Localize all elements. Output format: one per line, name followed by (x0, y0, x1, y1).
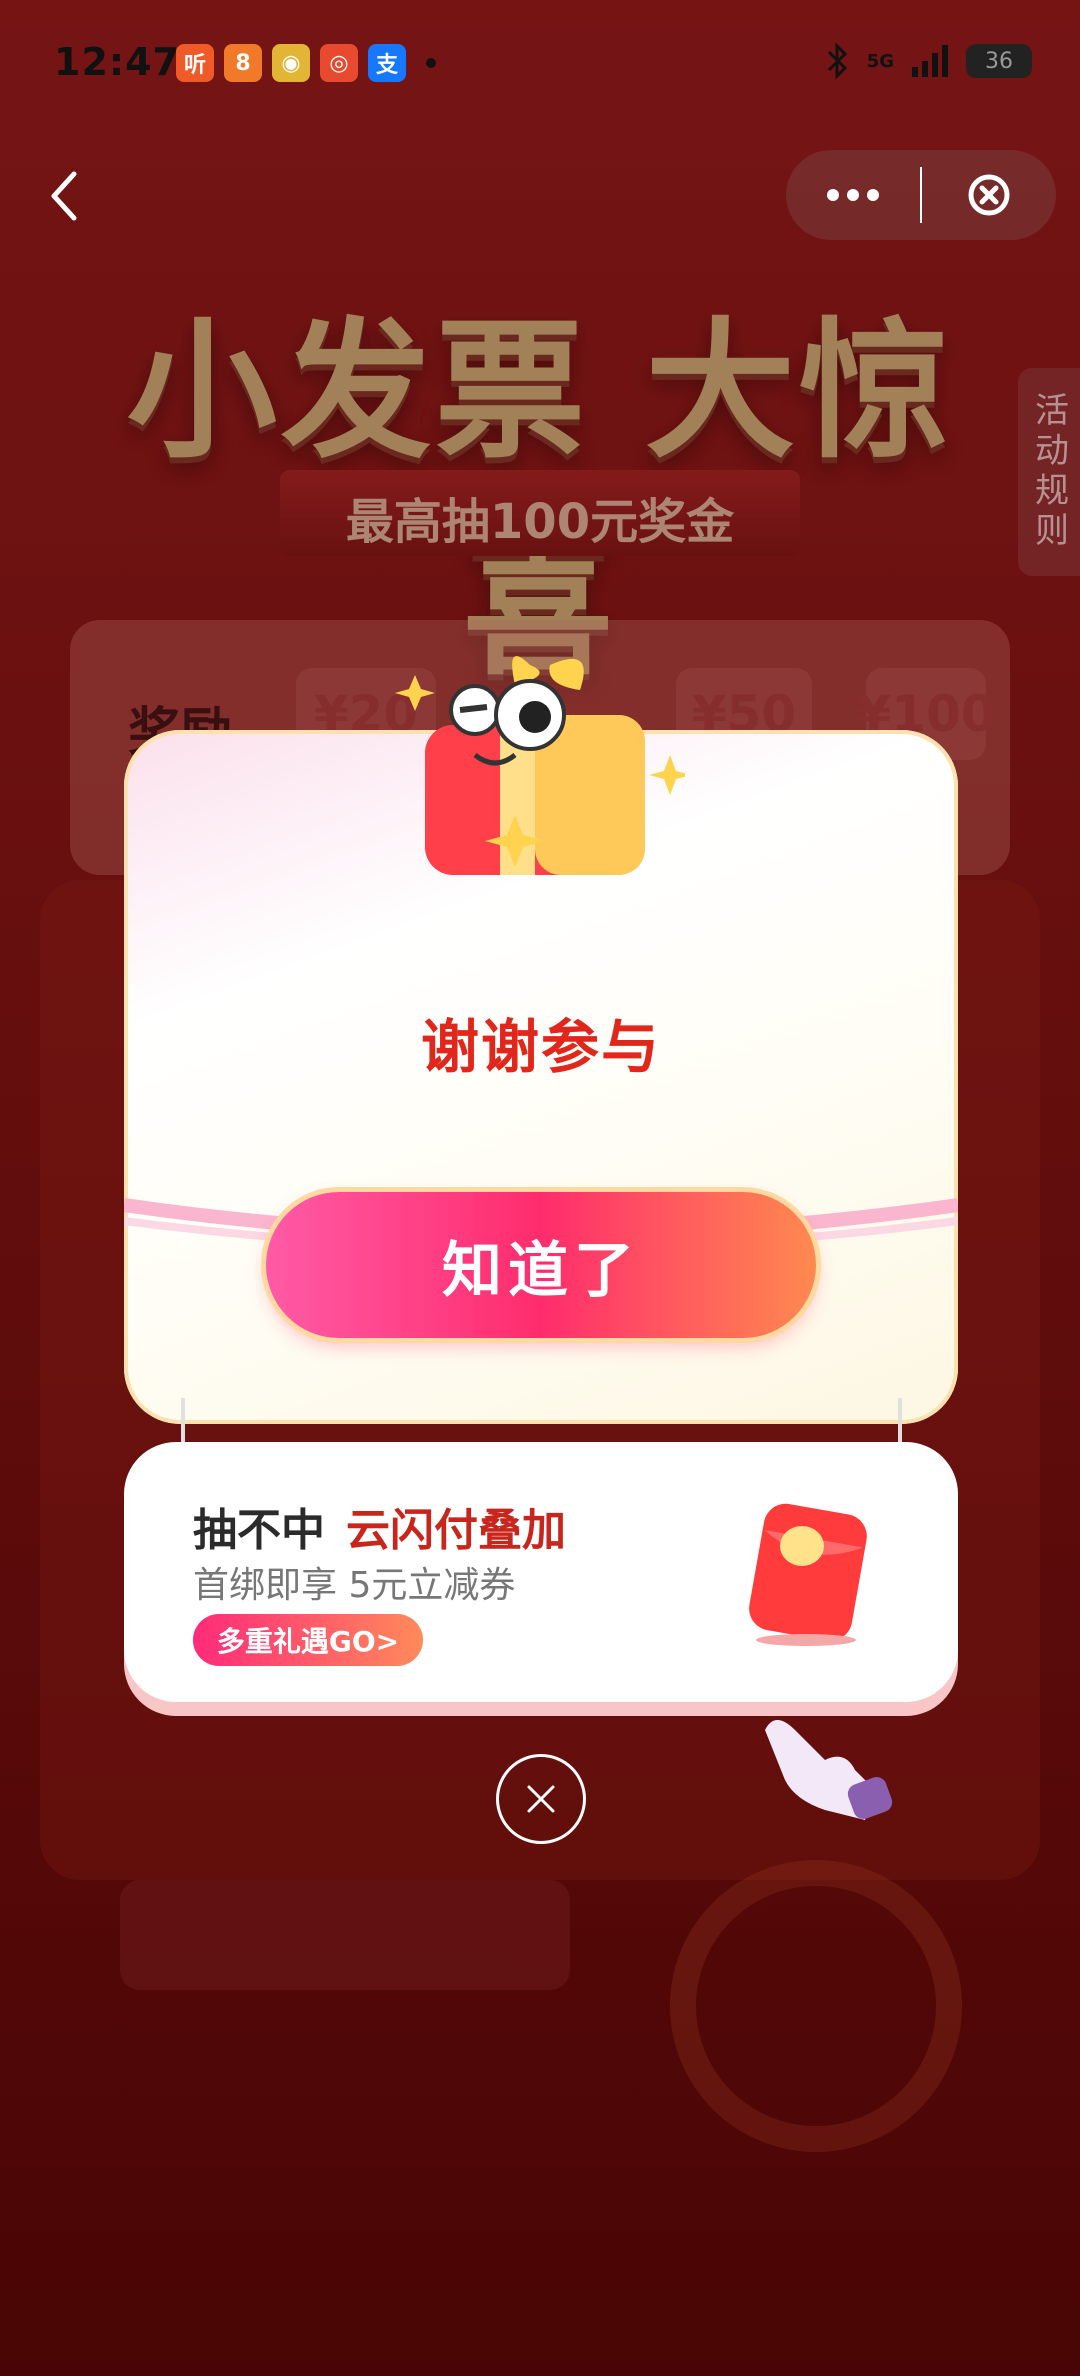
bluetooth-icon (827, 42, 847, 80)
close-icon (527, 1785, 555, 1813)
more-notifications-dot (426, 58, 436, 68)
gift-mascot-icon (395, 656, 685, 875)
chevron-left-icon (51, 171, 77, 221)
ting-app-icon: 听 (176, 44, 214, 82)
back-button[interactable] (40, 160, 90, 230)
promo-title-highlight: 云闪付叠加 (346, 1505, 566, 1556)
promo-title-prefix: 抽不中 (193, 1505, 325, 1556)
promo-subtitle: 首绑即享 5元立减券 (193, 1565, 516, 1606)
close-circle-icon (968, 174, 1010, 216)
promo-cta-button[interactable]: 多重礼遇GO> (193, 1614, 423, 1666)
result-text: 谢谢参与 (420, 1013, 661, 1081)
battery-level: 36 (985, 48, 1013, 74)
more-dots-icon (826, 189, 879, 201)
battery-icon: 36 (966, 44, 1032, 78)
red-app-icon: ◎ (320, 44, 358, 82)
notification-icons: 听 8 ◉ ◎ 支 (176, 44, 436, 82)
status-time: 12:47 (54, 40, 180, 84)
confirm-button[interactable]: 知道了 (266, 1192, 816, 1338)
exit-miniapp-button[interactable] (922, 150, 1056, 240)
alipay-app-icon: 支 (368, 44, 406, 82)
more-button[interactable] (786, 150, 920, 240)
pointing-glove-icon (765, 1720, 893, 1820)
signal-label: 5G (866, 50, 894, 72)
puzzle-app-icon: 8 (224, 44, 262, 82)
close-modal-button[interactable] (496, 1754, 586, 1844)
system-icons: 5G 36 (823, 42, 1032, 80)
status-bar: 12:47 听 8 ◉ ◎ 支 5G 36 (0, 0, 1080, 130)
red-envelope-icon (749, 1503, 867, 1646)
miniapp-capsule (786, 150, 1056, 240)
signal-icon (912, 45, 948, 77)
weibo-app-icon: ◉ (272, 44, 310, 82)
